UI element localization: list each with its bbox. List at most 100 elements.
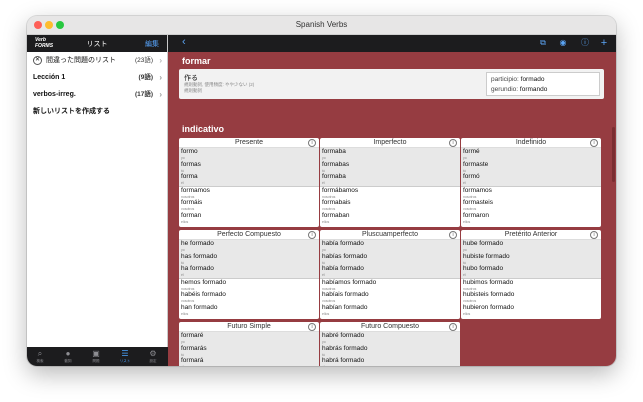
conjugation-row[interactable]: habíamos formado nosotros	[320, 279, 460, 292]
speaker-icon[interactable]: ◉	[558, 38, 568, 48]
conjugation-row[interactable]: forman ellos	[179, 212, 319, 225]
pronoun-label: él	[322, 365, 460, 366]
plural-forms: habíamos formado nosotros habíais formado v…	[320, 277, 460, 317]
tense-info-icon[interactable]: i	[449, 323, 457, 331]
conjugation-row[interactable]: formaban ellos	[320, 212, 460, 225]
conjugation-row[interactable]: formaste tú	[461, 161, 601, 174]
tense-title: Pluscuamperfecto i	[320, 230, 460, 240]
pronoun-label: nosotros	[463, 286, 477, 291]
tab-search[interactable]: ⌕ 検索	[29, 349, 51, 364]
back-button[interactable]: ‹	[182, 36, 186, 48]
conjugation-row[interactable]: forma él	[179, 173, 319, 186]
conjugated-form: ha formado	[181, 265, 214, 272]
tense-card: Pluscuamperfecto i había formado yo habías f…	[320, 230, 460, 319]
conjugation-row[interactable]: hubisteis formado vosotros	[461, 291, 601, 304]
conjugated-form: formaré	[181, 332, 204, 339]
conjugation-row[interactable]: formaráél	[179, 357, 319, 366]
conjugation-row[interactable]: hubo formado él	[461, 265, 601, 278]
conjugation-row[interactable]: formaba él	[320, 173, 460, 186]
conjugation-row[interactable]: habéis formado vosotros	[179, 291, 319, 304]
conjugation-row[interactable]: formamos nosotros	[461, 187, 601, 200]
conjugation-row[interactable]: he formado yo	[179, 240, 319, 253]
app-window: Spanish Verbs Verb FORMS リスト 編集 ✕ 間違った問題の…	[27, 16, 616, 366]
pronoun-label: ellos	[322, 311, 330, 316]
conjugated-form: has formado	[181, 252, 218, 260]
pronoun-label: ellos	[181, 311, 189, 316]
info-icon[interactable]: ⓘ	[580, 38, 590, 48]
conjugated-form: he formado	[181, 240, 214, 247]
conjugation-row[interactable]: formas tú	[179, 161, 319, 174]
conjugation-row[interactable]: habían formado ellos	[320, 304, 460, 317]
pronoun-label: tú	[463, 168, 466, 173]
tense-info-icon[interactable]: i	[308, 323, 316, 331]
conjugation-row[interactable]: formo yo	[179, 148, 319, 161]
singular-forms: he formado yo has formado tú ha formado él	[179, 240, 319, 278]
conjugated-form: habéis formado	[181, 291, 226, 298]
conjugation-row[interactable]: hube formado yo	[461, 240, 601, 253]
sidebar-item-leccion-1[interactable]: Lección 1 (9語) ›	[27, 69, 167, 86]
tense-info-icon[interactable]: i	[449, 231, 457, 239]
conjugation-row[interactable]: formaba yo	[320, 148, 460, 161]
conjugation-row[interactable]: habré formado yo	[320, 332, 460, 345]
sidebar-item-label: verbos-irreg.	[33, 91, 76, 98]
conjugation-row[interactable]: habíais formado vosotros	[320, 291, 460, 304]
conjugation-row[interactable]: formó él	[461, 173, 601, 186]
conjugation-row[interactable]: hubimos formado nosotros	[461, 279, 601, 292]
conjugation-row[interactable]: formasteis vosotros	[461, 199, 601, 212]
search-icon: ⌕	[37, 349, 43, 358]
add-icon[interactable]: +	[599, 38, 609, 49]
tense-info-icon[interactable]: i	[449, 139, 457, 147]
conjugation-row[interactable]: habías formado tú	[320, 253, 460, 266]
conjugated-form: forman	[181, 211, 202, 219]
edit-button[interactable]: 編集	[145, 39, 159, 49]
tense-info-icon[interactable]: i	[590, 231, 598, 239]
conjugation-row[interactable]: has formado tú	[179, 253, 319, 266]
conjugated-form: habré formado	[322, 332, 365, 339]
compose-icon[interactable]: ⧉	[538, 38, 548, 48]
conjugated-form: hubimos formado	[463, 278, 514, 286]
tab-quiz[interactable]: ▣ 問題	[85, 349, 107, 364]
tab-settings[interactable]: ⚙ 設定	[142, 349, 164, 364]
tense-info-icon[interactable]: i	[308, 231, 316, 239]
scrollbar-thumb[interactable]	[612, 127, 615, 182]
conjugation-row[interactable]: había formado yo	[320, 240, 460, 253]
sidebar-item-wrong-answers[interactable]: ✕ 間違った問題のリスト (23語) ›	[27, 52, 167, 69]
conjugation-row[interactable]: han formado ellos	[179, 304, 319, 317]
pronoun-label: nosotros	[322, 194, 336, 199]
sidebar-item-verbos-irreg[interactable]: verbos-irreg. (17語) ›	[27, 86, 167, 103]
conjugation-row[interactable]: hemos formado nosotros	[179, 279, 319, 292]
pronoun-label: tú	[181, 168, 184, 173]
tense-info-icon[interactable]: i	[590, 139, 598, 147]
conjugated-form: formabais	[322, 199, 351, 206]
conjugation-row[interactable]: hubiste formado tú	[461, 253, 601, 266]
conjugation-row[interactable]: formábamos nosotros	[320, 187, 460, 200]
conjugation-row[interactable]: formarás tú	[179, 345, 319, 358]
conjugated-form: formé	[463, 148, 480, 155]
conjugation-row[interactable]: formaron ellos	[461, 212, 601, 225]
tab-verbs[interactable]: ● 動詞	[57, 349, 79, 364]
create-new-list-button[interactable]: 新しいリストを作成する	[27, 103, 167, 120]
conjugation-row[interactable]: habrá formadoél	[320, 357, 460, 366]
conjugation-row[interactable]: formabais vosotros	[320, 199, 460, 212]
conjugated-form: formábamos	[322, 186, 359, 194]
sidebar-item-label: 新しいリストを作成する	[33, 108, 110, 115]
conjugation-row[interactable]: formáis vosotros	[179, 199, 319, 212]
conjugation-row[interactable]: formaré yo	[179, 332, 319, 345]
conjugation-row[interactable]: ha formado él	[179, 265, 319, 278]
pronoun-label: yo	[181, 248, 185, 252]
conjugation-row[interactable]: formamos nosotros	[179, 187, 319, 200]
conjugation-row[interactable]: habrás formado tú	[320, 345, 460, 358]
conjugation-row[interactable]: hubieron formado ellos	[461, 304, 601, 317]
conjugated-form: formaba	[322, 173, 346, 180]
conjugated-form: han formado	[181, 303, 218, 311]
tense-info-icon[interactable]: i	[308, 139, 316, 147]
pronoun-label: yo	[181, 340, 185, 344]
tab-list[interactable]: ☰ リスト	[114, 349, 136, 364]
conjugation-row[interactable]: formé yo	[461, 148, 601, 161]
conjugation-row[interactable]: formabas tú	[320, 161, 460, 174]
conjugation-row[interactable]: había formado él	[320, 265, 460, 278]
sidebar-item-count: (23語)	[134, 57, 153, 64]
pronoun-label: tú	[322, 168, 325, 173]
tense-title: Futuro Compuesto i	[320, 322, 460, 332]
conjugated-form: formasteis	[463, 199, 493, 206]
